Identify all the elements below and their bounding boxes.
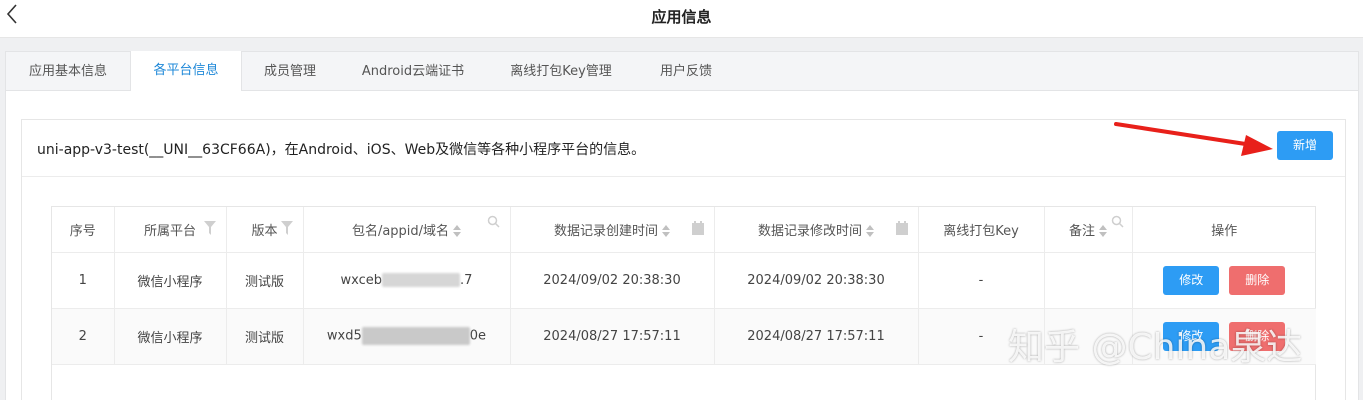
cell-modified: 2024/09/02 20:38:30 <box>714 252 919 309</box>
sort-icon[interactable] <box>866 224 874 238</box>
col-appid: 包名/appid/域名 <box>303 207 511 253</box>
sort-icon[interactable] <box>1099 224 1107 238</box>
search-icon[interactable] <box>1111 215 1124 228</box>
filter-icon[interactable] <box>280 221 293 235</box>
cell-key: - <box>918 308 1045 365</box>
cell-note <box>1044 308 1133 365</box>
top-bar: 应用信息 <box>0 0 1363 38</box>
col-note: 备注 <box>1044 207 1133 253</box>
cell-modified: 2024/08/27 17:57:11 <box>714 308 919 365</box>
cell-platform: 微信小程序 <box>114 308 227 365</box>
card-description: uni-app-v3-test(__UNI__63CF66A)，在Android… <box>37 142 646 158</box>
col-offline-key: 离线打包Key <box>918 207 1045 253</box>
tab-android-cert[interactable]: Android云端证书 <box>338 52 488 91</box>
cell-index: 2 <box>52 308 115 365</box>
sort-icon[interactable] <box>662 224 670 238</box>
page-title: 应用信息 <box>651 8 712 26</box>
col-platform: 所属平台 <box>114 207 227 253</box>
edit-button[interactable]: 修改 <box>1163 265 1220 295</box>
tab-offline-key[interactable]: 离线打包Key管理 <box>488 52 634 91</box>
cell-version: 测试版 <box>226 252 304 309</box>
edit-button[interactable]: 修改 <box>1163 321 1220 351</box>
redacted-mask <box>382 273 461 287</box>
delete-button[interactable]: 删除 <box>1229 265 1286 295</box>
col-version: 版本 <box>226 207 304 253</box>
col-modified: 数据记录修改时间 <box>714 207 919 253</box>
tab-feedback[interactable]: 用户反馈 <box>634 52 738 91</box>
cell-key: - <box>918 252 1045 309</box>
add-button[interactable]: 新增 <box>1277 131 1333 160</box>
table-row: 2 微信小程序 测试版 wxd5 0e 2024/08/27 17:57:11 2… <box>52 308 1316 365</box>
tab-basic-info[interactable]: 应用基本信息 <box>6 52 130 91</box>
tab-bar: 应用基本信息 各平台信息 成员管理 Android云端证书 离线打包Key管理 … <box>5 51 1359 91</box>
sort-icon[interactable] <box>453 224 462 238</box>
cell-note <box>1044 252 1133 309</box>
col-index: 序号 <box>52 207 115 253</box>
cell-version: 测试版 <box>226 308 304 365</box>
search-icon[interactable] <box>487 215 500 228</box>
tab-members[interactable]: 成员管理 <box>242 52 338 91</box>
delete-button[interactable]: 删除 <box>1229 321 1286 351</box>
cell-actions: 修改 删除 <box>1132 308 1316 365</box>
cell-created: 2024/09/02 20:38:30 <box>510 252 715 309</box>
col-created: 数据记录创建时间 <box>510 207 715 253</box>
cell-appid: wxd5 0e <box>303 308 511 365</box>
platform-table: 序号 所属平台 版本 包名/appid/域名 数据记录创建时间 数据记录修改时间… <box>51 206 1316 400</box>
cell-actions: 修改 删除 <box>1132 252 1316 309</box>
cell-platform: 微信小程序 <box>114 252 227 309</box>
cell-appid: wxceb .7 <box>303 252 511 309</box>
calendar-icon[interactable] <box>691 221 704 235</box>
redacted-mask <box>361 327 470 345</box>
filter-icon[interactable] <box>203 221 216 235</box>
tab-platform-info[interactable]: 各平台信息 <box>130 51 242 91</box>
card-header: uni-app-v3-test(__UNI__63CF66A)，在Android… <box>22 120 1345 177</box>
cell-created: 2024/08/27 17:57:11 <box>510 308 715 365</box>
col-actions: 操作 <box>1132 207 1316 253</box>
calendar-icon[interactable] <box>895 221 908 235</box>
table-row: 1 微信小程序 测试版 wxceb .7 2024/09/02 20:38:30 … <box>52 252 1316 309</box>
cell-index: 1 <box>52 252 115 309</box>
